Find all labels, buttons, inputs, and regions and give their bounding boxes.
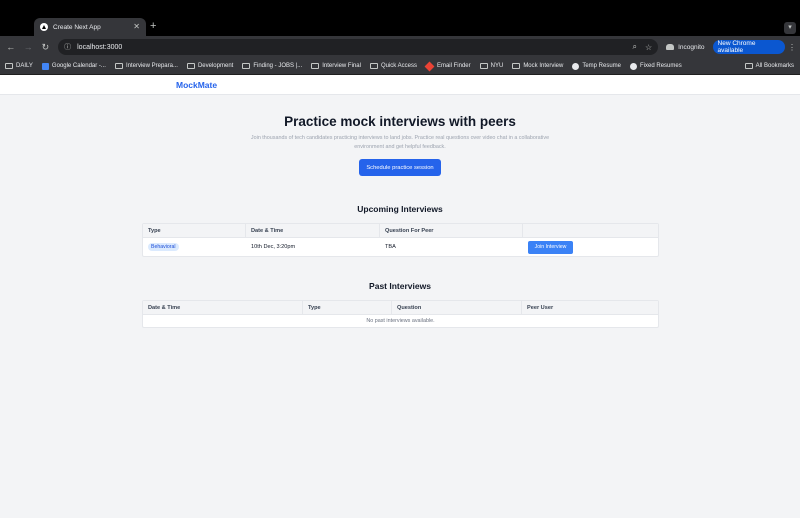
upcoming-interviews-title: Upcoming Interviews — [357, 204, 443, 214]
bookmark-item[interactable]: Interview Final — [311, 63, 361, 69]
brand-logo[interactable]: MockMate — [176, 80, 217, 90]
incognito-label: Incognito — [678, 43, 705, 51]
hero-title: Practice mock interviews with peers — [284, 114, 516, 129]
table-header: Date & Time Type Question Peer User — [143, 301, 658, 315]
type-badge: Behavioral — [148, 243, 179, 251]
bookmarks-bar: DAILY Google Calendar -... Interview Pre… — [0, 58, 800, 75]
reload-icon[interactable]: ↻ — [39, 42, 52, 53]
bookmark-item[interactable]: Interview Prepara... — [114, 63, 178, 69]
tab-search-icon[interactable]: ▾ — [784, 22, 796, 34]
bookmark-item[interactable]: Quick Access — [369, 63, 417, 69]
past-interviews-title: Past Interviews — [369, 281, 431, 291]
globe-icon — [572, 62, 580, 70]
column-header — [523, 224, 658, 237]
action-cell: Join Interview — [523, 238, 658, 256]
folder-icon — [242, 63, 251, 69]
incognito-icon — [666, 44, 675, 50]
folder-icon — [369, 63, 378, 69]
site-info-icon[interactable]: ⓘ — [64, 42, 71, 52]
bookmark-item[interactable]: Finding - JOBS |... — [242, 63, 302, 69]
folder-icon — [744, 63, 753, 69]
folder-icon — [311, 63, 320, 69]
url-text[interactable]: localhost:3000 — [77, 44, 624, 51]
bookmark-item[interactable]: Development — [186, 63, 233, 69]
more-menu-icon[interactable]: ⋮ — [788, 43, 796, 52]
schedule-session-button[interactable]: Schedule practice session — [359, 159, 441, 176]
datetime-cell: 10th Dec, 3:20pm — [251, 244, 296, 250]
empty-state-text: No past interviews available. — [366, 318, 435, 324]
browser-toolbar: ← → ↻ ⓘ localhost:3000 ⌕ ☆ Incognito New… — [0, 36, 800, 58]
folder-icon — [479, 63, 488, 69]
bookmark-item[interactable]: Temp Resume — [572, 62, 621, 70]
bookmark-item[interactable]: DAILY — [5, 63, 33, 69]
zoom-search-icon[interactable]: ⌕ — [632, 42, 636, 52]
globe-icon — [630, 62, 638, 70]
app-navbar: MockMate — [0, 75, 800, 95]
column-header: Peer User — [527, 304, 554, 311]
forward-icon[interactable]: → — [21, 42, 34, 52]
column-header: Type — [303, 301, 392, 314]
type-cell: Behavioral — [143, 238, 246, 256]
bookmark-star-icon[interactable]: ☆ — [645, 43, 652, 52]
folder-icon — [114, 63, 123, 69]
column-header: Type — [143, 224, 246, 237]
bookmark-item[interactable]: Google Calendar -... — [41, 62, 106, 70]
join-interview-button[interactable]: Join Interview — [528, 240, 573, 254]
nextjs-favicon-icon — [40, 23, 48, 31]
column-header: Date & Time — [143, 301, 303, 314]
table-header: Type Date & Time Question For Peer — [143, 224, 658, 238]
table-row: Behavioral 10th Dec, 3:20pm TBA Join Int… — [143, 238, 658, 256]
address-bar[interactable]: ⓘ localhost:3000 ⌕ ☆ — [58, 39, 659, 55]
incognito-indicator[interactable]: Incognito — [666, 43, 705, 51]
folder-icon — [186, 63, 195, 69]
folder-icon — [512, 63, 521, 69]
past-interviews-table: Date & Time Type Question Peer User No p… — [142, 300, 659, 328]
question-cell: TBA — [385, 244, 396, 250]
all-bookmarks[interactable]: All Bookmarks — [744, 63, 794, 69]
tab-title: Create Next App — [53, 23, 101, 31]
back-icon[interactable]: ← — [4, 42, 17, 52]
email-finder-icon — [424, 61, 435, 71]
calendar-icon — [41, 62, 49, 70]
bookmark-item[interactable]: Mock Interview — [512, 63, 563, 69]
folder-icon — [5, 63, 13, 69]
column-header: Date & Time — [246, 224, 380, 237]
new-tab-icon[interactable]: + — [150, 20, 156, 32]
new-chrome-available-button[interactable]: New Chrome available — [712, 40, 785, 54]
hero-subtitle: Join thousands of tech candidates practi… — [250, 135, 550, 150]
browser-tabstrip: Create Next App ✕ + ▾ — [0, 0, 800, 36]
close-icon[interactable]: ✕ — [133, 23, 140, 31]
bookmark-item[interactable]: NYU — [479, 63, 503, 69]
column-header: Question For Peer — [380, 224, 523, 237]
bookmark-item[interactable]: Email Finder — [424, 61, 471, 71]
bookmark-item[interactable]: Fixed Resumes — [630, 62, 682, 70]
column-header: Question — [392, 301, 522, 314]
upcoming-interviews-table: Type Date & Time Question For Peer Behav… — [142, 223, 659, 257]
browser-tab[interactable]: Create Next App ✕ — [34, 18, 146, 36]
